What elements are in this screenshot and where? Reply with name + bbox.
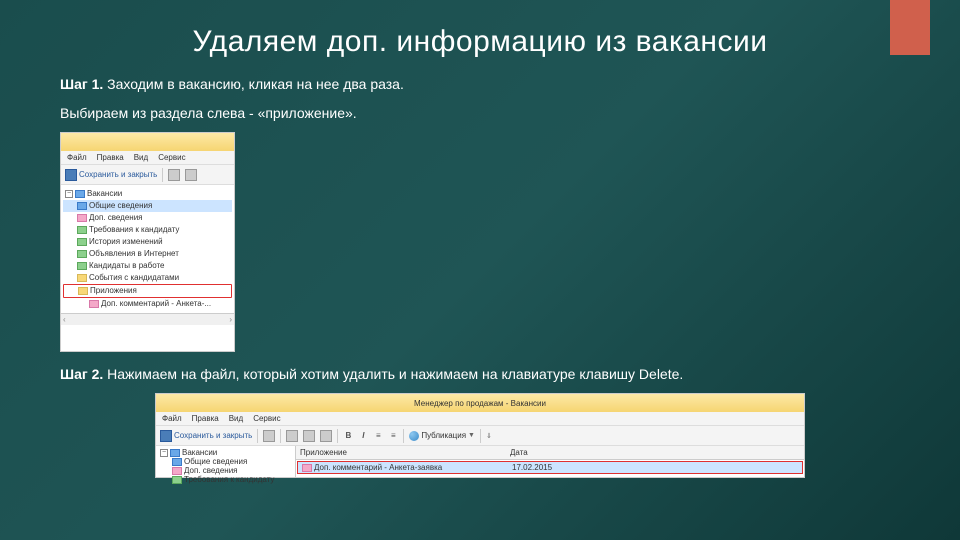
tree-item[interactable]: Требования к кандидату [158, 475, 293, 484]
item-label: Требования к кандидату [89, 224, 179, 236]
tree-item[interactable]: − Вакансии [63, 188, 232, 200]
menubar: Файл Правка Вид Сервис [61, 151, 234, 165]
step2-line: Шаг 2. Нажимаем на файл, который хотим у… [60, 364, 900, 385]
scroll-left-icon[interactable]: ‹ [63, 315, 66, 324]
menu-edit[interactable]: Правка [192, 414, 219, 423]
step2-label: Шаг 2. [60, 366, 103, 382]
menubar-2: Файл Правка Вид Сервис [156, 412, 804, 426]
item-icon [172, 467, 182, 475]
screenshot-2: Менеджер по продажам - Вакансии Файл Пра… [155, 393, 805, 478]
expand-icon[interactable]: − [160, 449, 168, 457]
bold-icon[interactable]: B [343, 431, 353, 441]
toolbar: Сохранить и закрыть [61, 165, 234, 185]
toolbar-2: Сохранить и закрыть B I ≡ ≡ Публикация ▼… [156, 426, 804, 446]
item-label: Общие сведения [184, 457, 247, 466]
print-icon[interactable] [263, 430, 275, 442]
menu-view[interactable]: Вид [229, 414, 243, 423]
slide-title: Удаляем доп. информацию из вакансии [60, 25, 900, 59]
scroll-right-icon[interactable]: › [229, 315, 232, 324]
menu-service[interactable]: Сервис [253, 414, 280, 423]
tree-item[interactable]: Общие сведения [158, 457, 293, 466]
list-icon[interactable]: ≡ [373, 431, 383, 441]
item-icon [172, 458, 182, 466]
item-icon [77, 238, 87, 246]
chevron-down-icon: ▼ [468, 432, 475, 439]
tree-item[interactable]: Доп. сведения [158, 466, 293, 475]
tree-item[interactable]: Объявления в Интернет [63, 248, 232, 260]
column-headers: Приложение Дата [296, 446, 804, 460]
globe-icon [409, 431, 419, 441]
item-icon [77, 262, 87, 270]
col-date[interactable]: Дата [510, 448, 590, 457]
item-icon [172, 476, 182, 484]
item-label: История изменений [89, 236, 163, 248]
tree-item[interactable]: История изменений [63, 236, 232, 248]
tree-panel: − ВакансииОбщие сведенияДоп. сведенияТреб… [61, 185, 234, 313]
item-icon [77, 250, 87, 258]
window-titlebar-2: Менеджер по продажам - Вакансии [156, 394, 804, 412]
attachments-pane: Приложение Дата Доп. комментарий - Анкет… [296, 446, 804, 477]
item-icon [75, 190, 85, 198]
item-label: Доп. сведения [89, 212, 143, 224]
paste-icon[interactable] [320, 430, 332, 442]
step1-text-a: Заходим в вакансию, кликая на нее два ра… [103, 76, 404, 92]
item-label: Требования к кандидату [184, 475, 274, 484]
expand-icon[interactable]: − [65, 190, 73, 198]
tree-item[interactable]: − Вакансии [158, 448, 293, 457]
tree-item[interactable]: Общие сведения [63, 200, 232, 212]
item-label: Общие сведения [89, 200, 152, 212]
col-attachment[interactable]: Приложение [300, 448, 510, 457]
item-label: Объявления в Интернет [89, 248, 179, 260]
tree-item[interactable]: Приложения [63, 284, 232, 298]
item-label: Кандидаты в работе [89, 260, 165, 272]
print-icon[interactable] [168, 169, 180, 181]
item-icon [77, 226, 87, 234]
item-icon [78, 287, 88, 295]
step1-label: Шаг 1. [60, 76, 103, 92]
item-label: Вакансии [87, 188, 122, 200]
copy-icon[interactable] [303, 430, 315, 442]
publish-button[interactable]: Публикация ▼ [409, 431, 475, 441]
cut-icon[interactable] [286, 430, 298, 442]
item-icon [170, 449, 180, 457]
menu-view[interactable]: Вид [134, 153, 148, 162]
down-arrow-icon[interactable]: ⇓ [486, 432, 492, 440]
menu-edit[interactable]: Правка [97, 153, 124, 162]
menu-file[interactable]: Файл [162, 414, 182, 423]
slide-content: Удаляем доп. информацию из вакансии Шаг … [0, 0, 960, 498]
tree-panel-2: −ВакансииОбщие сведенияДоп. сведенияТреб… [156, 446, 296, 477]
save-close-button[interactable]: Сохранить и закрыть [160, 430, 252, 442]
item-label: Вакансии [182, 448, 217, 457]
item-label: Доп. сведения [184, 466, 238, 475]
item-label: Приложения [90, 285, 137, 297]
tree-item[interactable]: Требования к кандидату [63, 224, 232, 236]
item-icon [77, 214, 87, 222]
cut-icon[interactable] [185, 169, 197, 181]
screenshot-1: Файл Правка Вид Сервис Сохранить и закры… [60, 132, 235, 352]
scrollbar-bottom[interactable]: ‹ › [61, 313, 234, 325]
attachment-row[interactable]: Доп. комментарий - Анкета-заявка 17.02.2… [297, 461, 803, 474]
tree-item[interactable]: Доп. комментарий - Анкета-... [63, 298, 232, 310]
save-close-button[interactable]: Сохранить и закрыть [65, 169, 157, 181]
tree-item[interactable]: События с кандидатами [63, 272, 232, 284]
item-label: Доп. комментарий - Анкета-... [101, 298, 211, 310]
item-icon [77, 274, 87, 282]
step2-text: Нажимаем на файл, который хотим удалить … [103, 366, 683, 382]
item-icon [77, 202, 87, 210]
item-icon [89, 300, 99, 308]
accent-bar [890, 0, 930, 55]
window-titlebar [61, 133, 234, 151]
tree-item[interactable]: Доп. сведения [63, 212, 232, 224]
tree-item[interactable]: Кандидаты в работе [63, 260, 232, 272]
italic-icon[interactable]: I [358, 431, 368, 441]
menu-service[interactable]: Сервис [158, 153, 185, 162]
menu-file[interactable]: Файл [67, 153, 87, 162]
step1-line1: Шаг 1. Заходим в вакансию, кликая на нее… [60, 74, 900, 95]
numlist-icon[interactable]: ≡ [388, 431, 398, 441]
doc-icon [302, 464, 312, 472]
step1-line2: Выбираем из раздела слева - «приложение»… [60, 103, 900, 124]
item-label: События с кандидатами [89, 272, 179, 284]
